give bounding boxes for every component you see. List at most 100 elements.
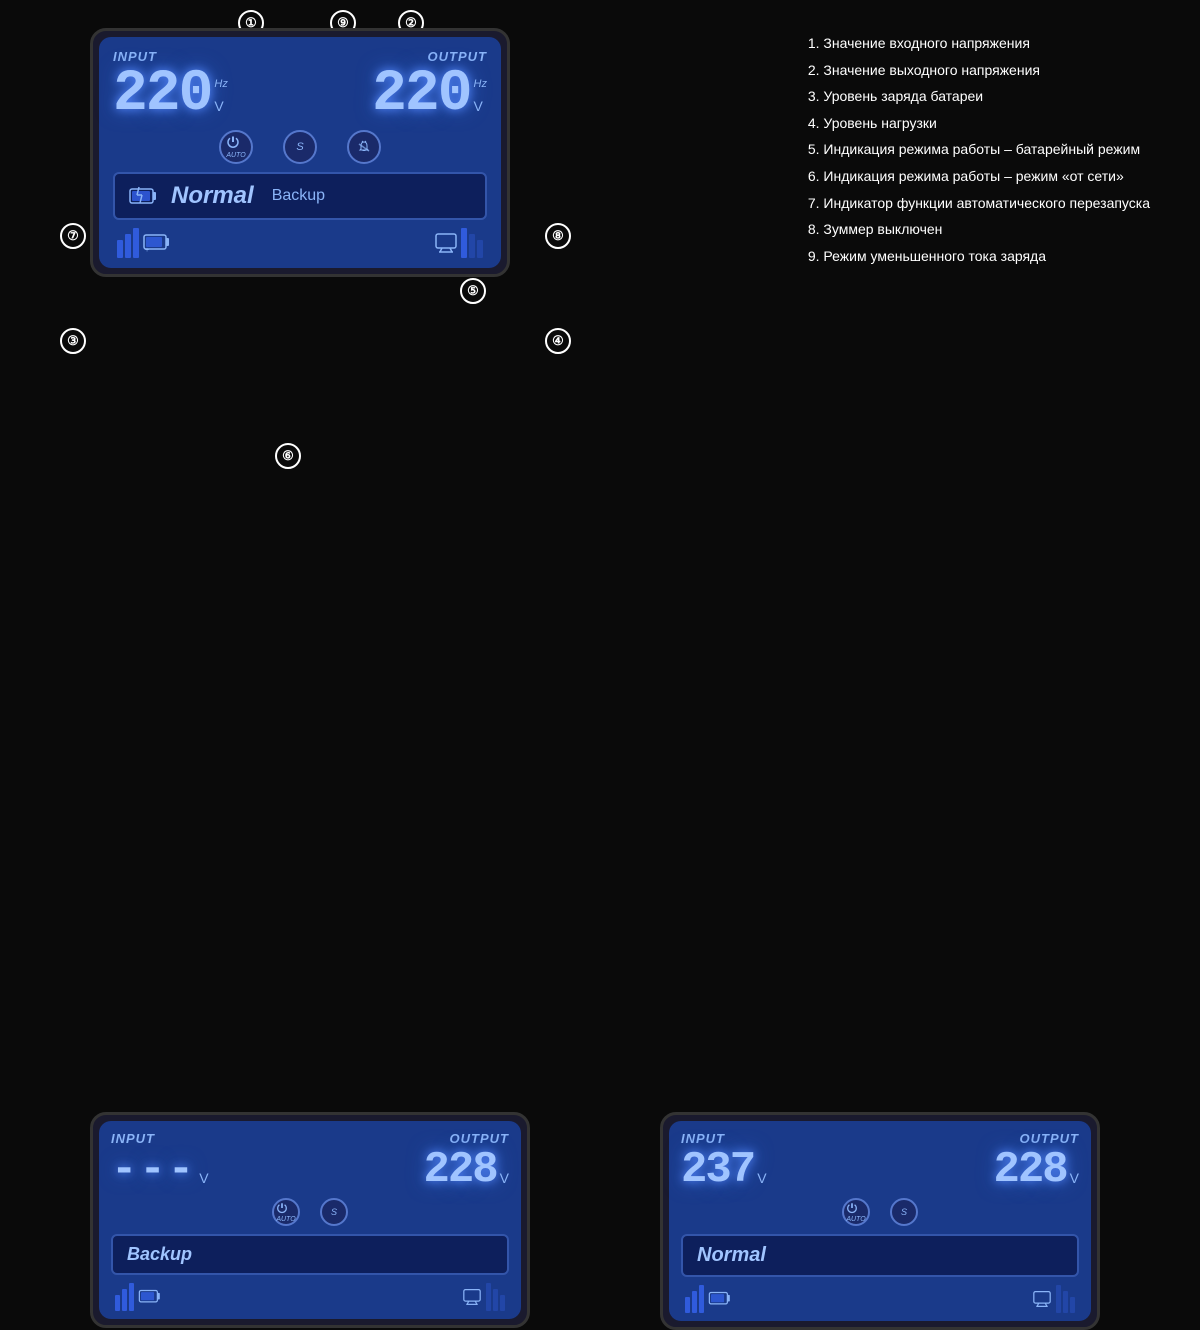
s-icon: S [283,130,317,164]
monitor-icon [435,232,457,254]
mains-s-icon: S [890,1198,918,1226]
bell-icon [347,130,381,164]
legend-item-5: 5. Индикация режима работы – батарейный … [808,136,1150,163]
wave-bar-2 [125,234,131,258]
battery-indicator-row [111,1283,509,1311]
battery-panel-wrapper: INPUT OUTPUT --- V 228 V [90,1112,540,1145]
bl-bar-1 [486,1283,491,1311]
battery-output-group: 228 V [423,1148,509,1192]
s-label: S [296,141,303,153]
output-v: V [474,98,483,114]
mains-power-icon [846,1202,858,1214]
status-backup-suffix: Backup [272,187,325,205]
b-wave-3 [129,1283,134,1311]
mains-output-value: 228 [993,1148,1066,1192]
auto-label: AUTO [226,152,245,159]
battery-auto-label: AUTO [276,1216,295,1223]
wave-bar-3 [133,228,139,258]
mains-input-value: 237 [681,1148,754,1192]
mains-auto-label: AUTO [846,1216,865,1223]
mains-panel: INPUT OUTPUT 237 V 228 V [660,1112,1100,1330]
mains-monitor-group [1032,1285,1075,1313]
battery-status-icon [129,186,157,206]
anno-6: ⑥ [275,443,301,469]
battery-digits-row: --- V 228 V [111,1148,509,1192]
battery-panel: INPUT OUTPUT --- V 228 V [90,1112,530,1328]
anno-4: ④ [545,328,571,354]
battery-power-icon [276,1202,288,1214]
main-ups-inner: INPUT OUTPUT 220 Hz V 220 Hz V [99,37,501,268]
legend-item-2: 2. Значение выходного напряжения [808,57,1150,84]
b-wave-2 [122,1289,127,1311]
mains-indicator-row [681,1285,1079,1313]
battery-status-text: Backup [127,1244,192,1265]
battery-ups-inner: INPUT OUTPUT --- V 228 V [99,1121,521,1319]
status-bar: Normal Backup [113,172,487,220]
anno-7: ⑦ [60,223,86,249]
load-bar-3 [477,240,483,258]
wave-bar-1 [117,240,123,258]
output-value: 220 [372,66,470,124]
battery-auto-icon: AUTO [272,1198,300,1226]
battery-batt-icon [138,1288,162,1306]
battery-output-v: V [500,1170,509,1186]
battery-input-group: --- V [111,1148,209,1192]
mains-load-bars [1056,1285,1075,1313]
mains-output-group: 228 V [993,1148,1079,1192]
battery-input-label: INPUT [111,1131,155,1146]
b-wave-1 [115,1295,120,1311]
mains-io-row: INPUT OUTPUT [681,1131,1079,1146]
mains-status-text: Normal [697,1244,766,1267]
mains-batt-icon [708,1290,732,1308]
mains-monitor-icon [1032,1290,1052,1308]
legend-block: 1. Значение входного напряжения 2. Значе… [808,30,1150,269]
mains-output-v: V [1070,1170,1079,1186]
mains-output-label: OUTPUT [1020,1131,1079,1146]
bell-svg [357,140,371,154]
mains-auto-icon: AUTO [842,1198,870,1226]
ml-bar-1 [1056,1285,1061,1313]
load-wave [461,228,483,258]
input-digit-group: 220 Hz V [113,66,228,124]
input-v: V [214,98,223,114]
battery-s-icon: S [320,1198,348,1226]
mains-input-v: V [757,1170,766,1186]
battery-load-bars [486,1283,505,1311]
load-bar-1 [461,228,467,258]
legend-item-7: 7. Индикатор функции автоматического пер… [808,190,1150,217]
mains-panel-wrapper: INPUT OUTPUT 237 V 228 V [660,1112,1110,1145]
battery-icon-row: AUTO S [111,1198,509,1226]
input-hz: Hz [214,78,227,90]
anno-5: ⑤ [460,278,486,304]
battery-wave [117,228,139,258]
bl-bar-3 [500,1295,505,1311]
status-normal-text: Normal [171,182,254,210]
mains-input-group: 237 V [681,1148,767,1192]
battery-wave-bars [115,1283,134,1311]
legend-item-1: 1. Значение входного напряжения [808,30,1150,57]
indicator-row: + [113,228,487,258]
mains-input-label: INPUT [681,1131,725,1146]
battery-output-value: 228 [423,1148,496,1192]
mains-wave-bars [685,1285,704,1313]
load-bar-2 [469,234,475,258]
input-value: 220 [113,66,211,124]
mains-digits-row: 237 V 228 V [681,1148,1079,1192]
battery-s-label: S [331,1207,337,1217]
mains-icon-row: AUTO S [681,1198,1079,1226]
battery-monitor-group [462,1283,505,1311]
battery-monitor-icon [462,1288,482,1306]
anno-8: ⑧ [545,223,571,249]
power-icon [226,135,240,149]
ml-bar-2 [1063,1291,1068,1313]
output-hz: Hz [474,78,487,90]
mains-s-label: S [901,1207,907,1217]
legend-item-4: 4. Уровень нагрузки [808,110,1150,137]
auto-icon: AUTO [219,130,253,164]
battery-output-label: OUTPUT [450,1131,509,1146]
mains-ups-inner: INPUT OUTPUT 237 V 228 V [669,1121,1091,1321]
load-level-group [435,228,483,258]
battery-batt-group [115,1283,162,1311]
legend-item-6: 6. Индикация режима работы – режим «от с… [808,163,1150,190]
legend-item-3: 3. Уровень заряда батареи [808,83,1150,110]
